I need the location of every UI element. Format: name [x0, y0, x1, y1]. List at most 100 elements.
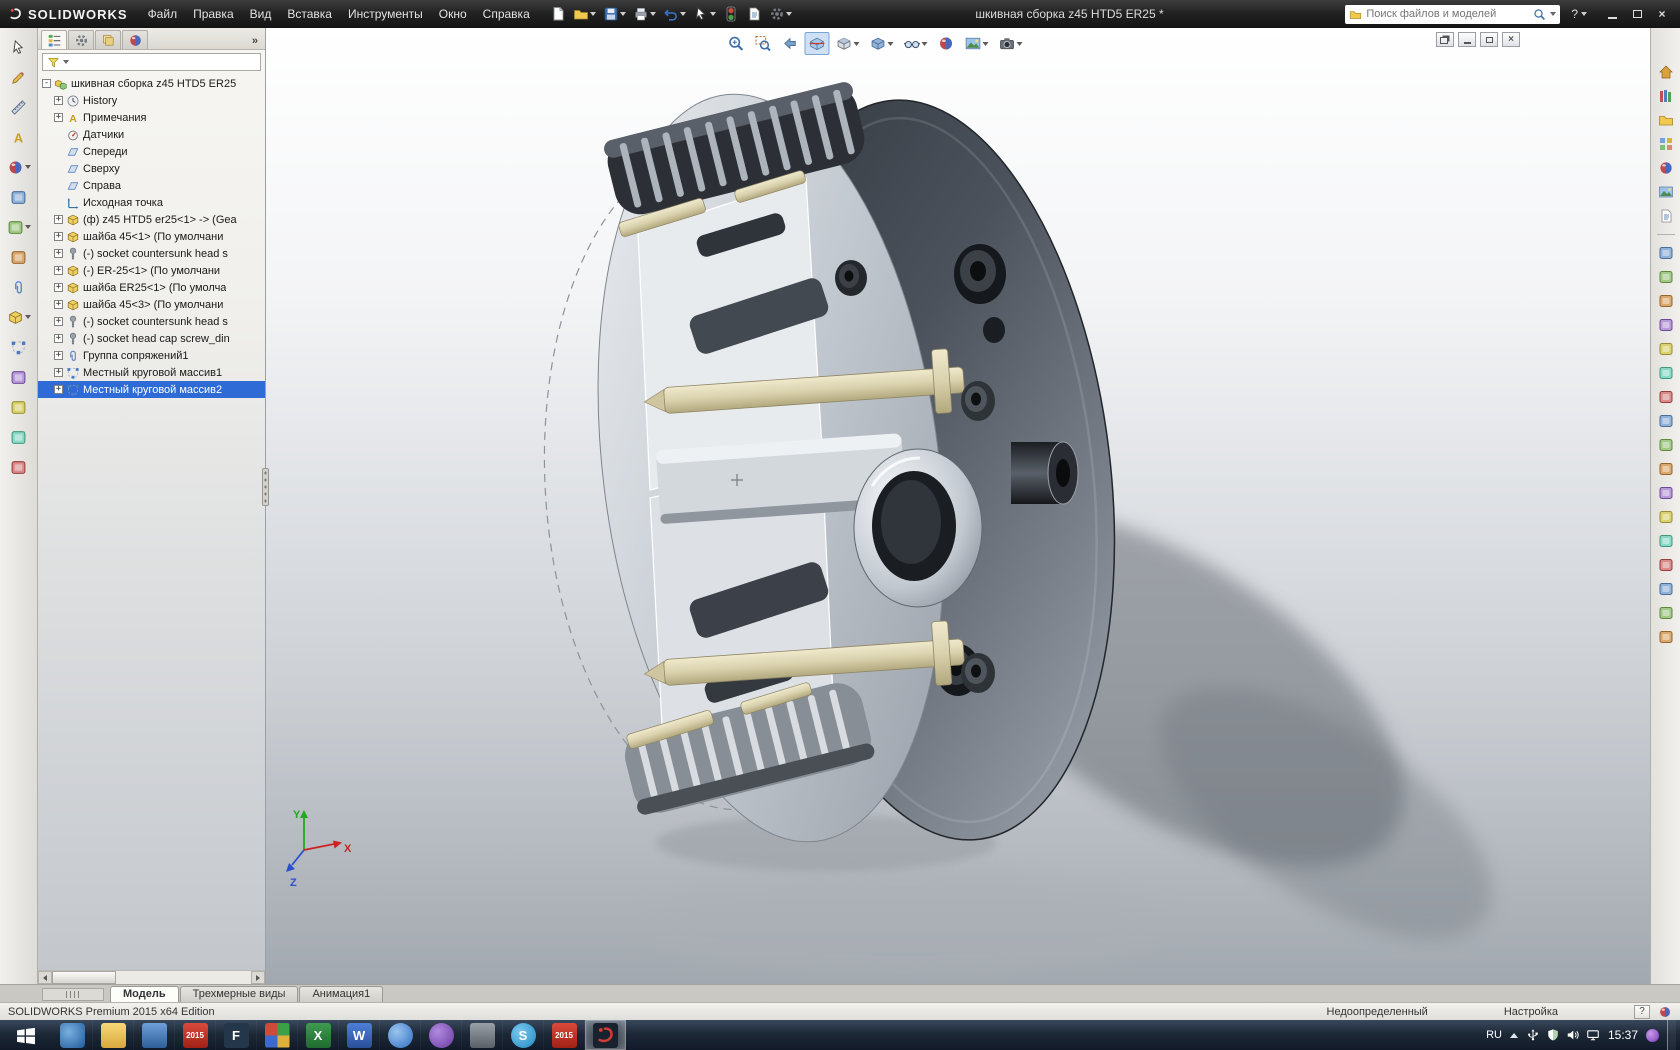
display-style-button[interactable] — [865, 32, 897, 55]
configurationmanager-tab[interactable] — [95, 30, 121, 49]
new-document-button[interactable] — [548, 4, 568, 24]
restore-button[interactable] — [1627, 6, 1647, 22]
assembly-tool-9[interactable] — [1655, 435, 1677, 455]
clock[interactable]: 15:37 — [1608, 1028, 1638, 1042]
tree-item[interactable]: + History — [38, 92, 265, 109]
search-box[interactable] — [1345, 4, 1561, 24]
show-desktop-button[interactable] — [1667, 1020, 1676, 1050]
tree-item[interactable]: + шайба 45<3> (По умолчани — [38, 296, 265, 313]
search-icon[interactable] — [1533, 8, 1546, 21]
expand-toggle[interactable]: + — [54, 385, 63, 394]
component-tool[interactable] — [5, 306, 33, 328]
measure-tool[interactable] — [5, 186, 33, 208]
action-center-icon[interactable] — [1646, 1028, 1659, 1042]
assembly-tool-16[interactable] — [1655, 603, 1677, 623]
assembly-tool-2[interactable] — [1655, 267, 1677, 287]
tree-item[interactable]: + Местный круговой массив2 — [38, 381, 265, 398]
menu-0[interactable]: Файл — [140, 3, 186, 25]
zoom-fit-button[interactable] — [723, 32, 748, 55]
select-tool[interactable] — [5, 36, 33, 58]
assembly-tool-5[interactable] — [1655, 339, 1677, 359]
interference-tool[interactable] — [5, 246, 33, 268]
tree-item[interactable]: + Местный круговой массив1 — [38, 364, 265, 381]
scroll-thumb[interactable] — [52, 971, 116, 984]
mate-tool[interactable] — [5, 276, 33, 298]
expand-toggle[interactable]: + — [54, 96, 63, 105]
assembly-features-tool[interactable] — [5, 396, 33, 418]
taskbar-solidworks-2015-red[interactable]: 2015 — [544, 1020, 585, 1050]
menu-5[interactable]: Окно — [431, 3, 475, 25]
taskbar-app-blue-circle[interactable] — [380, 1020, 421, 1050]
undo-button[interactable] — [661, 4, 688, 24]
assembly-tool-10[interactable] — [1655, 459, 1677, 479]
taskbar-app-office[interactable] — [257, 1020, 298, 1050]
search-caret-icon[interactable] — [1550, 12, 1557, 16]
tree-item[interactable]: Сверху — [38, 160, 265, 177]
taskbar-app-gray[interactable] — [462, 1020, 503, 1050]
file-properties-button[interactable] — [744, 4, 764, 24]
motion-tool[interactable] — [5, 426, 33, 448]
design-library-button[interactable] — [1655, 86, 1677, 106]
assembly-tool-12[interactable] — [1655, 507, 1677, 527]
view-settings-button[interactable] — [994, 32, 1026, 55]
quick-settings[interactable]: Настройка — [1504, 1006, 1558, 1018]
scroll-right-button[interactable] — [251, 971, 265, 984]
propertymanager-tab[interactable] — [68, 30, 94, 49]
search-input[interactable] — [1366, 8, 1530, 20]
annotation-tool[interactable]: A — [5, 126, 33, 148]
solidworks-resources-button[interactable] — [1655, 62, 1677, 82]
expand-toggle[interactable]: + — [54, 266, 63, 275]
taskbar-app-f[interactable]: F — [216, 1020, 257, 1050]
assembly-tool-14[interactable] — [1655, 555, 1677, 575]
print-button[interactable] — [631, 4, 658, 24]
menu-1[interactable]: Правка — [185, 3, 242, 25]
status-help-button[interactable]: ? — [1634, 1004, 1650, 1019]
network-icon[interactable] — [1586, 1028, 1600, 1042]
section-view-button[interactable] — [804, 32, 830, 55]
panel-splitter-grip[interactable] — [262, 467, 269, 506]
expand-toggle[interactable]: + — [54, 317, 63, 326]
tree-item[interactable]: Датчики — [38, 126, 265, 143]
edit-appearance-button[interactable] — [933, 32, 958, 55]
tree-item[interactable]: Спереди — [38, 143, 265, 160]
tab-Модель[interactable]: Модель — [110, 986, 179, 1002]
taskbar-app-save[interactable] — [134, 1020, 175, 1050]
displaymanager-tab[interactable] — [122, 30, 148, 49]
tab-Трехмерные виды[interactable]: Трехмерные виды — [179, 986, 299, 1002]
rebuild-button[interactable] — [721, 4, 741, 24]
assembly-tool-13[interactable] — [1655, 531, 1677, 551]
tree-item[interactable]: + Группа сопряжений1 — [38, 347, 265, 364]
appearance-tool[interactable] — [5, 156, 33, 178]
simulation-tool[interactable] — [5, 456, 33, 478]
volume-icon[interactable] — [1566, 1028, 1580, 1042]
expand-toggle[interactable]: + — [54, 351, 63, 360]
expand-toggle[interactable]: + — [54, 249, 63, 258]
previous-view-button[interactable] — [777, 32, 802, 55]
taskbar-app-media[interactable] — [52, 1020, 93, 1050]
assembly-tool-7[interactable] — [1655, 387, 1677, 407]
taskbar-word[interactable]: W — [339, 1020, 380, 1050]
tree-item[interactable]: + шайба 45<1> (По умолчани — [38, 228, 265, 245]
expand-toggle[interactable]: + — [54, 232, 63, 241]
minimize-button[interactable] — [1602, 6, 1622, 22]
language-indicator[interactable]: RU — [1486, 1029, 1502, 1041]
apply-scene-button[interactable] — [960, 32, 992, 55]
close-button[interactable]: × — [1652, 6, 1672, 22]
zoom-area-button[interactable] — [750, 32, 775, 55]
featuremanager-tab[interactable] — [41, 30, 67, 49]
help-button[interactable]: ? — [1566, 7, 1592, 21]
expand-toggle[interactable]: + — [54, 334, 63, 343]
expand-toggle[interactable]: + — [54, 283, 63, 292]
tree-item[interactable]: Исходная точка — [38, 194, 265, 211]
select-button[interactable] — [691, 4, 718, 24]
expand-toggle[interactable]: + — [54, 215, 63, 224]
close-doc-button[interactable]: × — [1502, 32, 1520, 47]
assembly-tool-4[interactable] — [1655, 315, 1677, 335]
taskbar-skype[interactable]: S — [503, 1020, 544, 1050]
assembly-tool-1[interactable] — [1655, 243, 1677, 263]
menu-3[interactable]: Вставка — [279, 3, 340, 25]
custom-properties-button[interactable] — [1655, 206, 1677, 226]
sketch-tool[interactable] — [5, 66, 33, 88]
scroll-track[interactable] — [116, 971, 251, 984]
start-button[interactable] — [0, 1020, 52, 1050]
